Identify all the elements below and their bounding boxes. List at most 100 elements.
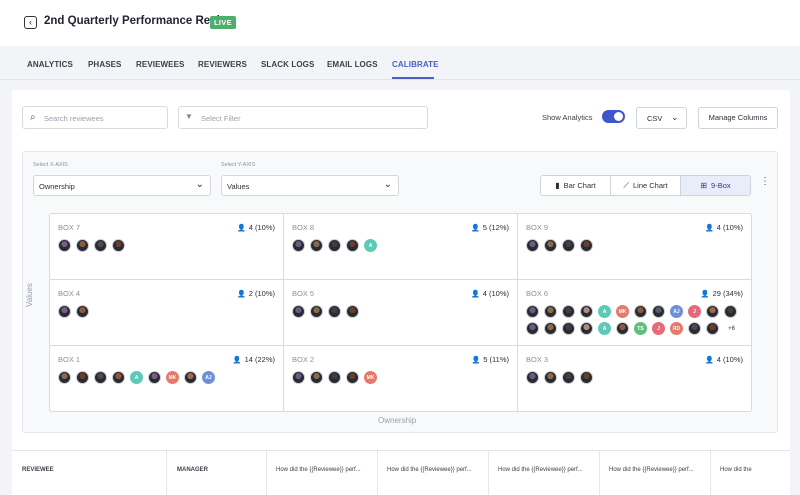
avatar[interactable] xyxy=(544,305,557,318)
avatar[interactable] xyxy=(76,239,89,252)
bar-chart-view-button[interactable]: ▮ Bar Chart xyxy=(541,176,611,195)
avatar[interactable] xyxy=(76,371,89,384)
more-options-icon[interactable]: ⋮ xyxy=(760,177,770,187)
avatar[interactable] xyxy=(526,305,539,318)
avatar[interactable] xyxy=(616,322,629,335)
avatar[interactable] xyxy=(328,239,341,252)
nine-box-view-button[interactable]: ⊞ 9-Box xyxy=(681,176,750,195)
avatar[interactable] xyxy=(634,305,647,318)
avatar[interactable] xyxy=(184,371,197,384)
column-divider xyxy=(488,451,489,495)
avatar[interactable] xyxy=(94,371,107,384)
column-header-question[interactable]: How did the {{Reviewee}} perf... xyxy=(609,467,694,473)
avatar[interactable] xyxy=(292,239,305,252)
tab-email-logs[interactable]: EMAIL LOGS xyxy=(327,60,378,69)
tab-slack-logs[interactable]: SLACK LOGS xyxy=(261,60,314,69)
column-header-question[interactable]: How did the {{Reviewee}} perf... xyxy=(276,467,361,473)
avatar[interactable] xyxy=(310,305,323,318)
column-header-manager[interactable]: MANAGER xyxy=(177,467,208,473)
search-input[interactable]: ⌕ Search reviewees xyxy=(22,106,168,129)
avatar[interactable] xyxy=(346,239,359,252)
avatar[interactable] xyxy=(112,239,125,252)
manage-columns-button[interactable]: Manage Columns xyxy=(698,107,778,129)
nine-box-cell[interactable]: BOX 4 👤 2 (10%) xyxy=(50,280,284,346)
avatar[interactable] xyxy=(328,371,341,384)
avatar[interactable] xyxy=(724,305,737,318)
show-analytics-toggle[interactable] xyxy=(602,110,625,123)
avatar[interactable]: J xyxy=(688,305,701,318)
avatar[interactable]: MK xyxy=(364,371,377,384)
avatar[interactable] xyxy=(310,239,323,252)
avatar[interactable] xyxy=(328,305,341,318)
more-avatars-count[interactable]: +6 xyxy=(724,322,739,335)
nine-box-cell[interactable]: BOX 7 👤 4 (10%) xyxy=(50,214,284,280)
avatar[interactable] xyxy=(580,239,593,252)
x-axis-select[interactable]: Ownership ⌄ xyxy=(33,175,211,196)
avatar[interactable] xyxy=(526,239,539,252)
avatar[interactable] xyxy=(580,305,593,318)
nine-box-cell[interactable]: BOX 9 👤 4 (10%) xyxy=(518,214,751,280)
nine-box-cell[interactable]: BOX 1 👤 14 (22%) A MK AJ xyxy=(50,346,284,411)
column-header-question[interactable]: How did the xyxy=(720,467,752,473)
avatar[interactable] xyxy=(148,371,161,384)
nine-box-cell[interactable]: BOX 3 👤 4 (10%) xyxy=(518,346,751,411)
avatar[interactable] xyxy=(706,322,719,335)
column-header-question[interactable]: How did the {{Reviewee}} perf... xyxy=(387,467,472,473)
avatar[interactable] xyxy=(292,371,305,384)
avatar[interactable] xyxy=(580,371,593,384)
box-count-value: 4 (10%) xyxy=(248,223,275,232)
avatar[interactable]: A xyxy=(598,305,611,318)
nine-box-cell[interactable]: BOX 8 👤 5 (12%) A xyxy=(284,214,518,280)
avatar[interactable] xyxy=(58,371,71,384)
avatar[interactable]: AJ xyxy=(202,371,215,384)
avatar[interactable] xyxy=(544,322,557,335)
avatar[interactable] xyxy=(346,371,359,384)
avatar[interactable] xyxy=(58,305,71,318)
nine-box-cell[interactable]: BOX 2 👤 5 (11%) MK xyxy=(284,346,518,411)
avatar[interactable] xyxy=(310,371,323,384)
avatar[interactable] xyxy=(580,322,593,335)
avatar[interactable] xyxy=(94,239,107,252)
avatar[interactable] xyxy=(562,305,575,318)
status-badge: LIVE xyxy=(210,16,236,29)
filter-select[interactable]: ▼ Select Filter xyxy=(178,106,428,129)
line-chart-view-button[interactable]: ⟋ Line Chart xyxy=(611,176,681,195)
avatar[interactable] xyxy=(346,305,359,318)
avatar[interactable]: J xyxy=(652,322,665,335)
tab-calibrate[interactable]: CALIBRATE xyxy=(392,60,439,69)
avatar[interactable]: A xyxy=(598,322,611,335)
avatar[interactable]: AJ xyxy=(670,305,683,318)
avatar[interactable] xyxy=(58,239,71,252)
avatar[interactable] xyxy=(562,371,575,384)
avatar[interactable]: MK xyxy=(166,371,179,384)
tab-reviewees[interactable]: REVIEWEES xyxy=(136,60,184,69)
avatar[interactable]: A xyxy=(130,371,143,384)
avatar[interactable]: MK xyxy=(616,305,629,318)
tab-reviewers[interactable]: REVIEWERS xyxy=(198,60,247,69)
avatar[interactable] xyxy=(562,239,575,252)
avatar[interactable] xyxy=(526,322,539,335)
avatar[interactable]: A xyxy=(364,239,377,252)
column-header-reviewee[interactable]: REVIEWEE xyxy=(22,467,54,473)
avatar[interactable] xyxy=(652,305,665,318)
tab-analytics[interactable]: ANALYTICS xyxy=(27,60,73,69)
avatar[interactable] xyxy=(544,239,557,252)
avatar[interactable] xyxy=(688,322,701,335)
avatar[interactable]: TS xyxy=(634,322,647,335)
avatar[interactable]: RD xyxy=(670,322,683,335)
avatar[interactable] xyxy=(526,371,539,384)
avatar[interactable] xyxy=(76,305,89,318)
back-button[interactable]: ‹ xyxy=(24,16,37,29)
avatar[interactable] xyxy=(706,305,719,318)
nine-box-cell[interactable]: BOX 6 👤 29 (34%) A MK AJ J A TS J RD +6 xyxy=(518,280,751,346)
nine-box-cell[interactable]: BOX 5 👤 4 (10%) xyxy=(284,280,518,346)
csv-dropdown[interactable]: CSV ⌄ xyxy=(636,107,687,129)
avatar[interactable] xyxy=(292,305,305,318)
tab-phases[interactable]: PHASES xyxy=(88,60,122,69)
column-header-question[interactable]: How did the {{Reviewee}} perf... xyxy=(498,467,583,473)
avatar[interactable] xyxy=(544,371,557,384)
avatar[interactable] xyxy=(562,322,575,335)
y-axis-select[interactable]: Values ⌄ xyxy=(221,175,399,196)
avatar[interactable] xyxy=(112,371,125,384)
box-name: BOX 5 xyxy=(292,289,315,298)
